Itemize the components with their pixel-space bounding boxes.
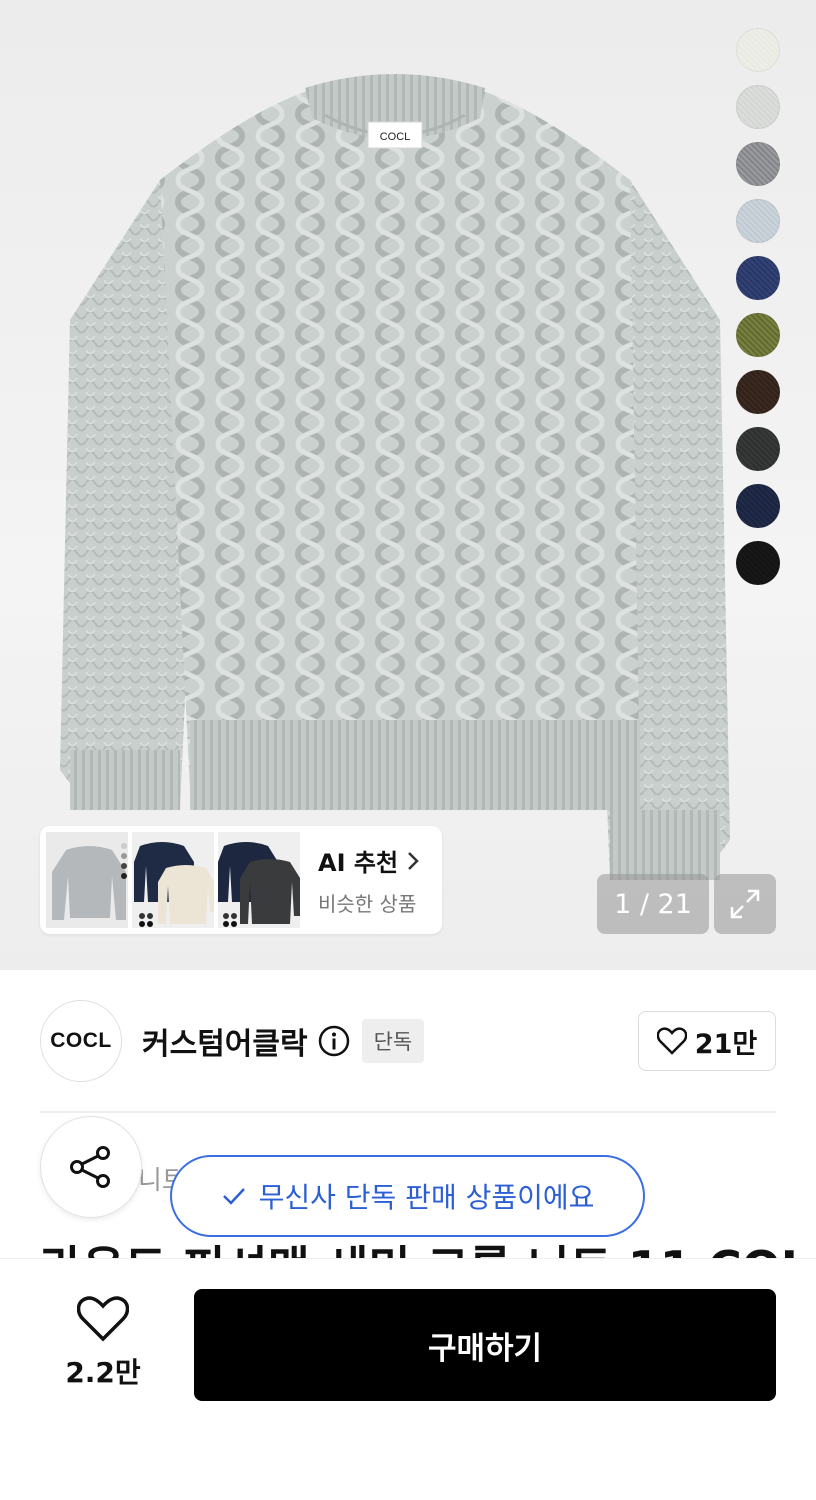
share-button[interactable] xyxy=(40,1116,142,1218)
color-swatch[interactable] xyxy=(736,199,780,243)
color-swatch[interactable] xyxy=(736,85,780,129)
brand-like-count: 21만 xyxy=(694,1028,758,1060)
brand-logo[interactable]: COCL xyxy=(40,1000,122,1082)
sweater-product-image: COCL xyxy=(60,74,730,880)
recommendation-thumbnail xyxy=(132,832,214,928)
color-swatch[interactable] xyxy=(736,28,780,72)
color-swatch[interactable] xyxy=(736,256,780,300)
ai-recommendation-text: AI 추천 비슷한 상품 xyxy=(318,843,420,917)
exclusive-badge: 단독 xyxy=(361,1019,425,1063)
brand-name[interactable]: 커스텀어클락 xyxy=(142,1019,308,1063)
color-swatch[interactable] xyxy=(736,427,780,471)
color-swatch[interactable] xyxy=(736,484,780,528)
color-swatch[interactable] xyxy=(736,541,780,585)
ai-recommendation-subtitle: 비슷한 상품 xyxy=(318,892,417,916)
divider xyxy=(40,1111,776,1113)
ai-recommendation-title: AI 추천 xyxy=(318,843,420,878)
toast-message: 무신사 단독 판매 상품이에요 xyxy=(258,1181,595,1214)
brand-like-button[interactable]: 21만 xyxy=(638,1011,776,1071)
color-swatch-list xyxy=(736,28,782,598)
bottom-action-bar: 2.2만 구매하기 xyxy=(0,1258,816,1500)
ai-title-label: AI 추천 xyxy=(318,849,399,877)
color-swatch[interactable] xyxy=(736,370,780,414)
ai-recommendation-card[interactable]: AI 추천 비슷한 상품 xyxy=(40,826,442,934)
share-icon xyxy=(70,1146,110,1188)
heart-icon xyxy=(656,1027,687,1055)
product-image-gallery[interactable]: COCL AI 추천 비슷한 상품 1 / 21 xyxy=(0,0,816,970)
wishlist-count: 2.2만 xyxy=(65,1356,141,1389)
color-swatch[interactable] xyxy=(736,313,780,357)
heart-icon xyxy=(76,1296,130,1342)
expand-button[interactable] xyxy=(714,874,776,934)
wishlist-button[interactable]: 2.2만 xyxy=(60,1295,146,1391)
buy-button[interactable]: 구매하기 xyxy=(194,1289,776,1401)
chevron-right-icon xyxy=(408,851,419,870)
exclusive-toast: 무신사 단독 판매 상품이에요 xyxy=(170,1155,645,1237)
svg-text:COCL: COCL xyxy=(380,131,411,143)
info-icon[interactable] xyxy=(318,1025,350,1057)
color-swatch[interactable] xyxy=(736,142,780,186)
product-title: 라운드 피셔맨 세미 크롭 니트 11 COLO xyxy=(40,1233,800,1260)
expand-icon xyxy=(730,889,760,919)
recommendation-thumbnail xyxy=(46,832,128,928)
recommendation-thumbnail xyxy=(218,832,300,928)
brand-row: COCL 커스텀어클락 단독 21만 xyxy=(40,1000,776,1082)
image-counter: 1 / 21 xyxy=(597,874,709,934)
check-icon xyxy=(222,1188,245,1205)
